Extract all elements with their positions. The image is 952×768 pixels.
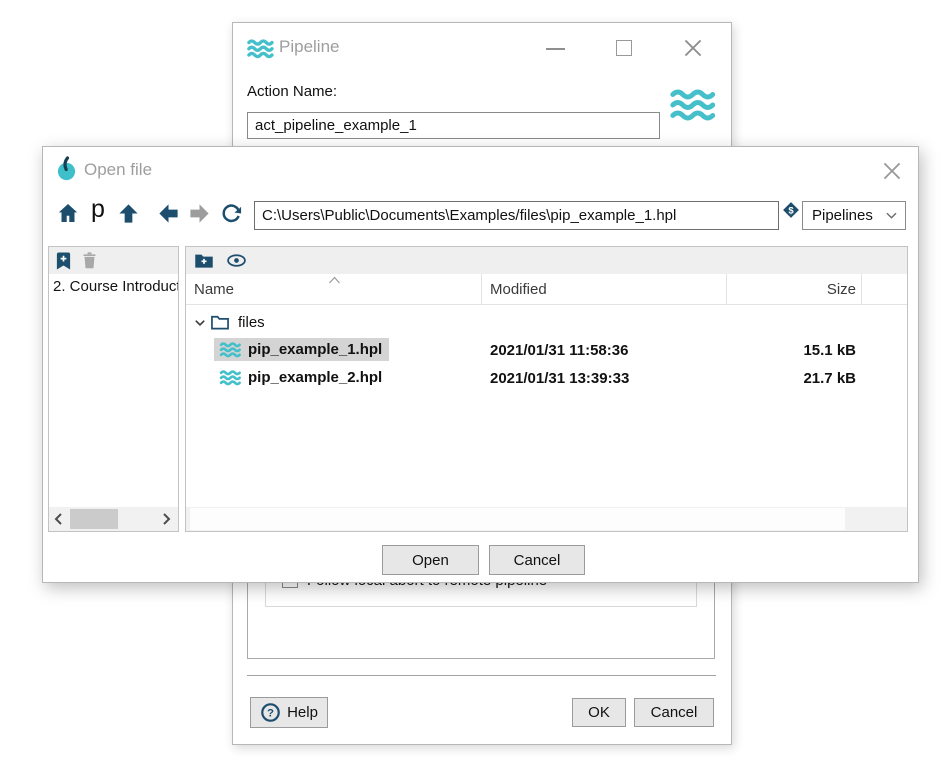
delete-bookmark-icon[interactable] <box>81 251 98 270</box>
pipeline-cancel-button[interactable]: Cancel <box>634 698 714 727</box>
pipeline-file-icon <box>219 342 241 358</box>
file-type-dropdown[interactable]: Pipelines <box>802 201 906 230</box>
file-modified-cell: 2021/01/31 13:39:33 <box>490 370 629 387</box>
folder-icon <box>210 313 230 331</box>
action-name-input[interactable] <box>247 112 660 139</box>
open-file-dialog: Open file p $ <box>42 146 919 583</box>
back-icon[interactable] <box>156 201 180 225</box>
file-size-cell: 15.1 kB <box>726 342 856 359</box>
table-row-folder[interactable]: files <box>186 310 907 338</box>
help-button[interactable]: ? Help <box>250 697 328 728</box>
screen: Pipeline Action Name: Follow local abort… <box>0 0 952 768</box>
scrollbar-thumb[interactable] <box>190 508 845 530</box>
action-name-label: Action Name: <box>247 83 337 100</box>
hop-logo-icon <box>56 156 77 182</box>
column-header-size[interactable]: Size <box>726 281 856 298</box>
file-modified-cell: 2021/01/31 11:58:36 <box>490 342 628 359</box>
column-divider[interactable] <box>861 274 862 304</box>
project-home-icon[interactable]: p <box>86 197 110 221</box>
help-icon: ? <box>260 702 281 723</box>
file-name-cell[interactable]: pip_example_1.hpl <box>214 338 389 361</box>
file-name: pip_example_2.hpl <box>248 369 382 386</box>
pipeline-dialog-title: Pipeline <box>279 37 340 57</box>
variable-icon[interactable]: $ <box>782 201 800 219</box>
file-browser-panel: Name Modified Size <box>185 246 908 532</box>
bookmarks-toolbar <box>49 247 178 274</box>
open-dialog-cancel-button[interactable]: Cancel <box>489 545 585 575</box>
file-browser-toolbar <box>186 247 907 274</box>
table-row-file[interactable]: pip_example_2.hpl 2021/01/31 13:39:33 21… <box>186 366 907 394</box>
forward-icon[interactable] <box>187 201 211 225</box>
scrollbar-thumb[interactable] <box>70 509 118 529</box>
svg-text:?: ? <box>267 708 274 720</box>
scroll-right-icon[interactable] <box>158 507 176 531</box>
folder-name: files <box>238 314 265 331</box>
table-header: Name Modified Size <box>186 274 907 305</box>
chevron-down-icon <box>885 211 898 220</box>
pipeline-logo-icon <box>669 83 715 127</box>
bookmarks-hscrollbar[interactable] <box>49 507 178 531</box>
file-name-cell[interactable]: pip_example_2.hpl <box>214 366 389 389</box>
open-file-dialog-title: Open file <box>84 160 152 180</box>
open-dialog-close-icon[interactable] <box>881 160 903 182</box>
maximize-icon[interactable] <box>616 40 632 56</box>
chevron-down-icon[interactable] <box>193 316 207 330</box>
minimize-icon[interactable] <box>546 48 565 50</box>
new-folder-icon[interactable] <box>194 252 214 269</box>
file-path-input[interactable] <box>254 201 779 230</box>
column-header-modified[interactable]: Modified <box>490 281 547 298</box>
scroll-left-icon[interactable] <box>49 507 67 531</box>
close-icon[interactable] <box>682 37 704 59</box>
help-button-label: Help <box>287 704 318 721</box>
bookmark-item[interactable]: 2. Course Introduction <box>53 278 178 295</box>
pipeline-file-icon <box>219 370 241 386</box>
show-hidden-eye-icon[interactable] <box>226 253 247 268</box>
column-header-name[interactable]: Name <box>194 281 234 298</box>
table-row-file[interactable]: pip_example_1.hpl 2021/01/31 11:58:36 15… <box>186 338 907 366</box>
open-button[interactable]: Open <box>382 545 479 575</box>
file-table-hscrollbar[interactable] <box>186 507 907 531</box>
file-size-cell: 21.7 kB <box>726 370 856 387</box>
footer-separator <box>247 675 716 676</box>
pipeline-wave-icon <box>246 39 274 59</box>
svg-text:$: $ <box>788 205 794 216</box>
home-icon[interactable] <box>56 201 80 225</box>
column-divider[interactable] <box>481 274 482 304</box>
add-bookmark-icon[interactable] <box>55 251 72 271</box>
file-type-value: Pipelines <box>812 207 873 224</box>
file-name: pip_example_1.hpl <box>248 341 382 358</box>
ok-button[interactable]: OK <box>572 698 626 727</box>
refresh-icon[interactable] <box>219 201 243 225</box>
up-level-icon[interactable] <box>116 201 140 225</box>
sort-ascending-icon <box>327 275 342 285</box>
bookmarks-panel: 2. Course Introduction <box>48 246 179 532</box>
